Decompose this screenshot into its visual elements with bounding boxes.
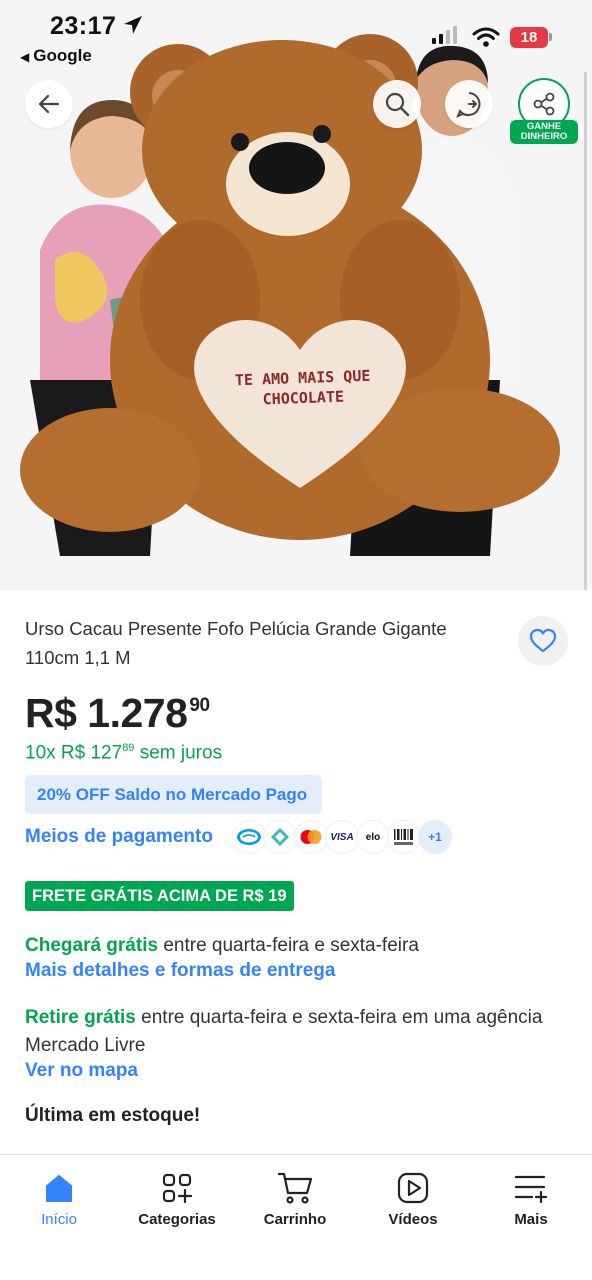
cart-icon [240,1169,350,1207]
delivery-free-label: Chegará grátis [25,935,159,956]
installments-suffix: sem juros [134,742,223,764]
cellular-signal-icon [432,26,457,44]
delivery-info: Chegará grátis entre quarta-feira e sext… [25,932,565,959]
back-button[interactable] [25,80,73,128]
discount-badge[interactable]: 20% OFF Saldo no Mercado Pago [25,775,322,814]
nav-home-label: Início [41,1211,77,1228]
favorite-button[interactable] [518,616,568,666]
categories-icon [122,1169,232,1207]
status-bar: 23:17 18 [0,0,592,48]
shipping-details-link[interactable]: Mais detalhes e formas de entrega [25,960,335,982]
share-icon [533,92,555,116]
nav-cart[interactable]: Carrinho [240,1169,350,1228]
visa-icon: VISA [325,820,359,854]
pix-icon [263,820,297,854]
more-payment-methods[interactable]: +1 [418,820,452,854]
whatsapp-share-icon [456,92,481,118]
nav-more-label: Mais [514,1211,548,1228]
price-main: R$ 1.278 [25,690,188,736]
product-photo [20,34,560,556]
nav-videos-label: Vídeos [388,1211,438,1228]
product-image[interactable]: TE AMO MAIS QUE CHOCOLATE GANHE DINHEIRO [0,0,592,590]
arrow-left-icon [38,94,60,114]
price: R$ 1.278 90 [25,690,210,737]
pickup-info: Retire grátis entre quarta-feira e sexta… [25,1004,555,1060]
payment-icons[interactable]: VISA elo +1 [232,820,452,854]
payment-methods-link[interactable]: Meios de pagamento [25,826,213,848]
battery-cap [549,33,552,41]
status-time: 23:17 [50,12,117,40]
wifi-icon [472,27,500,47]
free-shipping-badge: FRETE GRÁTIS ACIMA DE R$ 19 [25,881,294,911]
nav-more[interactable]: Mais [476,1169,586,1228]
heart-embroidery-text: TE AMO MAIS QUE CHOCOLATE [234,366,371,409]
heart-icon [529,628,557,653]
battery-level: 18 [510,27,548,48]
search-button[interactable] [373,80,421,128]
video-icon [358,1169,468,1207]
location-arrow-icon [124,16,142,34]
earn-money-share-button[interactable]: GANHE DINHEIRO [510,78,578,144]
home-icon [4,1169,114,1207]
nav-cart-label: Carrinho [263,1211,327,1228]
delivery-dates: entre quarta-feira e sexta-feira [158,935,419,956]
mercado-pago-icon [232,820,266,854]
back-to-app-link[interactable]: ◀ Google [20,46,92,66]
whatsapp-share-button[interactable] [445,80,493,128]
nav-categories[interactable]: Categorias [122,1169,232,1228]
nav-home[interactable]: Início [4,1169,114,1228]
boleto-icon [387,820,421,854]
nav-videos[interactable]: Vídeos [358,1169,468,1228]
pickup-free-label: Retire grátis [25,1007,136,1028]
installments-cents: 89 [122,742,135,754]
menu-icon [476,1169,586,1207]
installments-amount: 10x R$ 127 [25,742,123,764]
search-icon [385,92,410,117]
mastercard-icon [294,820,328,854]
bottom-navigation: Início Categorias Carrinho Vídeos Mais [0,1154,592,1280]
stock-status: Última em estoque! [25,1105,201,1126]
installments: 10x R$ 12789 sem juros [25,742,222,764]
earn-money-label: GANHE DINHEIRO [510,120,578,144]
view-map-link[interactable]: Ver no mapa [25,1060,138,1082]
back-app-label: Google [33,46,92,65]
elo-icon: elo [356,820,390,854]
scrollbar[interactable] [584,72,587,590]
product-title: Urso Cacau Presente Fofo Pelúcia Grande … [25,618,447,668]
back-triangle-icon: ◀ [20,50,30,64]
price-cents: 90 [189,695,210,716]
nav-categories-label: Categorias [138,1211,216,1228]
